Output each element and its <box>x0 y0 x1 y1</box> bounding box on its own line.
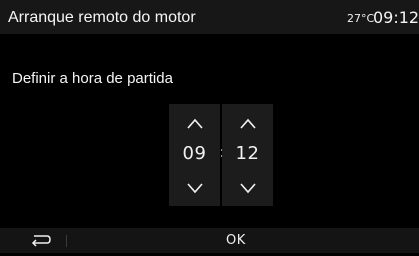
hours-increment-button[interactable] <box>169 108 220 138</box>
instruction-text: Definir a hora de partida <box>12 70 173 87</box>
page-title: Arranque remoto do motor <box>8 9 196 26</box>
minutes-value: 12 <box>235 143 260 164</box>
chevron-down-icon <box>239 183 256 194</box>
chevron-down-icon <box>186 183 203 194</box>
footer-divider <box>66 235 67 247</box>
chevron-up-icon <box>186 118 203 129</box>
hours-value: 09 <box>182 143 207 164</box>
remote-engine-start-screen: Arranque remoto do motor 27°C 09:12 Defi… <box>0 0 419 253</box>
ok-button[interactable]: OK <box>226 233 246 249</box>
footer-bar: OK <box>0 228 419 253</box>
minutes-decrement-button[interactable] <box>222 174 273 204</box>
minutes-increment-button[interactable] <box>222 108 273 138</box>
hours-decrement-button[interactable] <box>169 174 220 204</box>
clock: 09:12 <box>373 8 419 27</box>
hours-picker: 09 <box>169 104 220 206</box>
minutes-picker: 12 <box>222 104 273 206</box>
back-arrow-icon <box>31 235 51 247</box>
back-button[interactable] <box>25 231 55 251</box>
header-bar: Arranque remoto do motor 27°C 09:12 <box>0 0 419 34</box>
outside-temperature: 27°C <box>347 12 375 25</box>
chevron-up-icon <box>239 118 256 129</box>
